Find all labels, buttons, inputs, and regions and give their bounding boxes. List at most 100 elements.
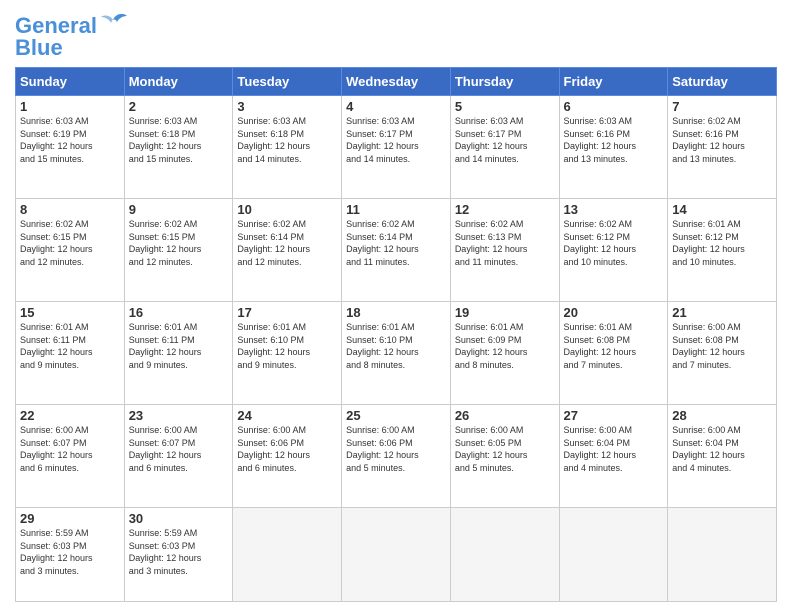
day-info: Sunrise: 6:01 AM Sunset: 6:08 PM Dayligh…	[564, 321, 664, 371]
day-number: 16	[129, 305, 229, 320]
calendar-cell: 3Sunrise: 6:03 AM Sunset: 6:18 PM Daylig…	[233, 96, 342, 199]
day-info: Sunrise: 6:01 AM Sunset: 6:10 PM Dayligh…	[346, 321, 446, 371]
day-number: 11	[346, 202, 446, 217]
logo: General Blue	[15, 15, 127, 59]
page: General Blue SundayMondayTuesdayWednesda…	[0, 0, 792, 612]
calendar-cell: 23Sunrise: 6:00 AM Sunset: 6:07 PM Dayli…	[124, 405, 233, 508]
day-info: Sunrise: 6:03 AM Sunset: 6:17 PM Dayligh…	[346, 115, 446, 165]
calendar-cell: 29Sunrise: 5:59 AM Sunset: 6:03 PM Dayli…	[16, 508, 125, 602]
weekday-header-row: SundayMondayTuesdayWednesdayThursdayFrid…	[16, 68, 777, 96]
calendar-cell: 12Sunrise: 6:02 AM Sunset: 6:13 PM Dayli…	[450, 199, 559, 302]
calendar-cell: 7Sunrise: 6:02 AM Sunset: 6:16 PM Daylig…	[668, 96, 777, 199]
weekday-header-friday: Friday	[559, 68, 668, 96]
calendar-cell: 30Sunrise: 5:59 AM Sunset: 6:03 PM Dayli…	[124, 508, 233, 602]
day-number: 26	[455, 408, 555, 423]
day-info: Sunrise: 6:02 AM Sunset: 6:16 PM Dayligh…	[672, 115, 772, 165]
weekday-header-wednesday: Wednesday	[342, 68, 451, 96]
day-info: Sunrise: 5:59 AM Sunset: 6:03 PM Dayligh…	[129, 527, 229, 577]
calendar-cell: 17Sunrise: 6:01 AM Sunset: 6:10 PM Dayli…	[233, 302, 342, 405]
day-info: Sunrise: 6:01 AM Sunset: 6:10 PM Dayligh…	[237, 321, 337, 371]
day-info: Sunrise: 6:03 AM Sunset: 6:18 PM Dayligh…	[237, 115, 337, 165]
week-row-0: 1Sunrise: 6:03 AM Sunset: 6:19 PM Daylig…	[16, 96, 777, 199]
day-info: Sunrise: 6:01 AM Sunset: 6:09 PM Dayligh…	[455, 321, 555, 371]
day-info: Sunrise: 6:02 AM Sunset: 6:13 PM Dayligh…	[455, 218, 555, 268]
week-row-3: 22Sunrise: 6:00 AM Sunset: 6:07 PM Dayli…	[16, 405, 777, 508]
calendar-cell: 1Sunrise: 6:03 AM Sunset: 6:19 PM Daylig…	[16, 96, 125, 199]
weekday-header-tuesday: Tuesday	[233, 68, 342, 96]
logo-text: General	[15, 15, 97, 37]
calendar-cell	[233, 508, 342, 602]
day-info: Sunrise: 6:02 AM Sunset: 6:15 PM Dayligh…	[20, 218, 120, 268]
calendar-cell: 11Sunrise: 6:02 AM Sunset: 6:14 PM Dayli…	[342, 199, 451, 302]
calendar-cell: 19Sunrise: 6:01 AM Sunset: 6:09 PM Dayli…	[450, 302, 559, 405]
calendar-cell: 18Sunrise: 6:01 AM Sunset: 6:10 PM Dayli…	[342, 302, 451, 405]
calendar-cell: 16Sunrise: 6:01 AM Sunset: 6:11 PM Dayli…	[124, 302, 233, 405]
day-info: Sunrise: 6:02 AM Sunset: 6:15 PM Dayligh…	[129, 218, 229, 268]
calendar-cell: 21Sunrise: 6:00 AM Sunset: 6:08 PM Dayli…	[668, 302, 777, 405]
day-number: 8	[20, 202, 120, 217]
logo-bird-icon	[99, 12, 127, 34]
calendar-cell: 4Sunrise: 6:03 AM Sunset: 6:17 PM Daylig…	[342, 96, 451, 199]
calendar-cell: 5Sunrise: 6:03 AM Sunset: 6:17 PM Daylig…	[450, 96, 559, 199]
day-number: 9	[129, 202, 229, 217]
day-number: 4	[346, 99, 446, 114]
day-number: 15	[20, 305, 120, 320]
day-number: 7	[672, 99, 772, 114]
day-info: Sunrise: 6:01 AM Sunset: 6:12 PM Dayligh…	[672, 218, 772, 268]
day-number: 25	[346, 408, 446, 423]
day-info: Sunrise: 6:03 AM Sunset: 6:16 PM Dayligh…	[564, 115, 664, 165]
day-number: 6	[564, 99, 664, 114]
day-info: Sunrise: 6:02 AM Sunset: 6:14 PM Dayligh…	[346, 218, 446, 268]
week-row-1: 8Sunrise: 6:02 AM Sunset: 6:15 PM Daylig…	[16, 199, 777, 302]
calendar: SundayMondayTuesdayWednesdayThursdayFrid…	[15, 67, 777, 602]
calendar-cell: 2Sunrise: 6:03 AM Sunset: 6:18 PM Daylig…	[124, 96, 233, 199]
day-info: Sunrise: 6:00 AM Sunset: 6:08 PM Dayligh…	[672, 321, 772, 371]
day-info: Sunrise: 6:00 AM Sunset: 6:07 PM Dayligh…	[20, 424, 120, 474]
calendar-cell: 25Sunrise: 6:00 AM Sunset: 6:06 PM Dayli…	[342, 405, 451, 508]
day-info: Sunrise: 5:59 AM Sunset: 6:03 PM Dayligh…	[20, 527, 120, 577]
calendar-cell: 8Sunrise: 6:02 AM Sunset: 6:15 PM Daylig…	[16, 199, 125, 302]
day-number: 5	[455, 99, 555, 114]
calendar-cell	[342, 508, 451, 602]
week-row-4: 29Sunrise: 5:59 AM Sunset: 6:03 PM Dayli…	[16, 508, 777, 602]
day-number: 18	[346, 305, 446, 320]
day-info: Sunrise: 6:01 AM Sunset: 6:11 PM Dayligh…	[129, 321, 229, 371]
day-number: 24	[237, 408, 337, 423]
day-info: Sunrise: 6:03 AM Sunset: 6:18 PM Dayligh…	[129, 115, 229, 165]
day-number: 30	[129, 511, 229, 526]
calendar-cell	[450, 508, 559, 602]
day-number: 22	[20, 408, 120, 423]
day-number: 14	[672, 202, 772, 217]
day-info: Sunrise: 6:01 AM Sunset: 6:11 PM Dayligh…	[20, 321, 120, 371]
day-info: Sunrise: 6:00 AM Sunset: 6:04 PM Dayligh…	[672, 424, 772, 474]
day-info: Sunrise: 6:03 AM Sunset: 6:19 PM Dayligh…	[20, 115, 120, 165]
day-info: Sunrise: 6:00 AM Sunset: 6:07 PM Dayligh…	[129, 424, 229, 474]
calendar-cell: 26Sunrise: 6:00 AM Sunset: 6:05 PM Dayli…	[450, 405, 559, 508]
day-info: Sunrise: 6:02 AM Sunset: 6:12 PM Dayligh…	[564, 218, 664, 268]
day-info: Sunrise: 6:02 AM Sunset: 6:14 PM Dayligh…	[237, 218, 337, 268]
calendar-cell: 6Sunrise: 6:03 AM Sunset: 6:16 PM Daylig…	[559, 96, 668, 199]
weekday-header-saturday: Saturday	[668, 68, 777, 96]
week-row-2: 15Sunrise: 6:01 AM Sunset: 6:11 PM Dayli…	[16, 302, 777, 405]
calendar-cell	[668, 508, 777, 602]
day-info: Sunrise: 6:03 AM Sunset: 6:17 PM Dayligh…	[455, 115, 555, 165]
day-number: 29	[20, 511, 120, 526]
day-info: Sunrise: 6:00 AM Sunset: 6:04 PM Dayligh…	[564, 424, 664, 474]
day-number: 2	[129, 99, 229, 114]
day-number: 28	[672, 408, 772, 423]
calendar-cell: 20Sunrise: 6:01 AM Sunset: 6:08 PM Dayli…	[559, 302, 668, 405]
day-number: 12	[455, 202, 555, 217]
calendar-cell: 14Sunrise: 6:01 AM Sunset: 6:12 PM Dayli…	[668, 199, 777, 302]
weekday-header-thursday: Thursday	[450, 68, 559, 96]
calendar-cell: 28Sunrise: 6:00 AM Sunset: 6:04 PM Dayli…	[668, 405, 777, 508]
calendar-cell: 27Sunrise: 6:00 AM Sunset: 6:04 PM Dayli…	[559, 405, 668, 508]
day-number: 13	[564, 202, 664, 217]
day-number: 21	[672, 305, 772, 320]
day-number: 17	[237, 305, 337, 320]
weekday-header-monday: Monday	[124, 68, 233, 96]
calendar-cell: 10Sunrise: 6:02 AM Sunset: 6:14 PM Dayli…	[233, 199, 342, 302]
day-info: Sunrise: 6:00 AM Sunset: 6:06 PM Dayligh…	[237, 424, 337, 474]
header: General Blue	[15, 15, 777, 59]
calendar-cell: 9Sunrise: 6:02 AM Sunset: 6:15 PM Daylig…	[124, 199, 233, 302]
day-number: 10	[237, 202, 337, 217]
